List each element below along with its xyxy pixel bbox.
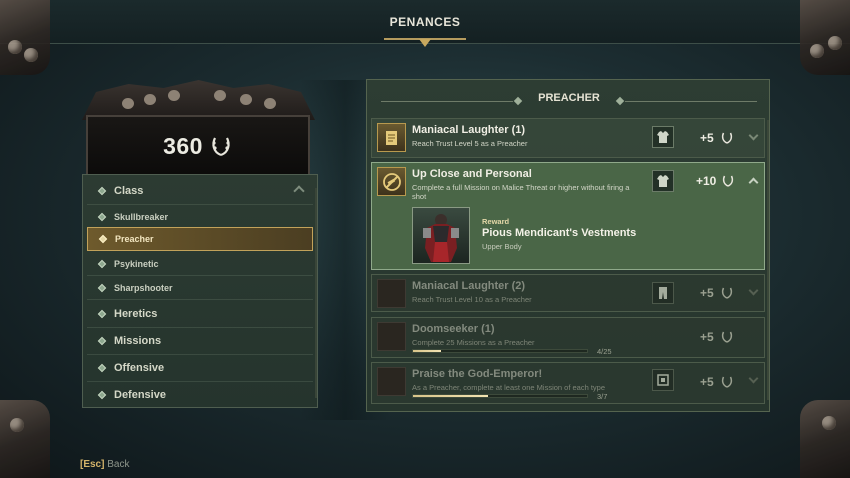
menu-item-label: Psykinetic [114, 258, 159, 269]
top-bar: PENANCES [0, 0, 850, 44]
chevron-down-icon[interactable] [748, 130, 759, 141]
menu-item-sharpshooter[interactable]: Sharpshooter [87, 276, 313, 300]
scroll-icon [377, 123, 406, 152]
menu-item-skullbreaker[interactable]: Skullbreaker [87, 205, 313, 229]
diamond-icon [97, 212, 107, 221]
locked-penance-icon [377, 367, 406, 396]
menu-item-class[interactable]: Class [87, 177, 313, 205]
progress-text: 4/25 [597, 347, 612, 356]
diamond-icon [97, 259, 107, 268]
reward-preview-image [412, 207, 470, 264]
menu-item-label: Defensive [114, 389, 166, 401]
menu-item-missions[interactable]: Missions [87, 327, 313, 355]
progress-text: 3/7 [597, 392, 608, 401]
laurel-icon [721, 287, 733, 299]
penance-title: Maniacal Laughter (1) [412, 124, 526, 136]
menu-item-label: Heretics [114, 307, 158, 320]
back-button[interactable]: [Esc] Back [80, 459, 129, 470]
reward-type: Upper Body [482, 242, 522, 251]
progress-bar [412, 394, 588, 398]
progress-bar [412, 349, 588, 353]
penance-list-panel: PREACHER Maniacal Laughter (1) Reach Tru… [366, 79, 770, 412]
penance-description: Reach Trust Level 5 as a Preacher [412, 139, 528, 148]
skull-ornament [82, 80, 315, 120]
progress-fill [413, 395, 488, 397]
back-label: Back [107, 459, 130, 470]
penance-title: Up Close and Personal [412, 168, 532, 180]
menu-item-label: Missions [114, 334, 162, 347]
title-divider-right [625, 101, 757, 102]
reward-label: Reward [482, 217, 510, 226]
corner-ornament-bottom-left [0, 400, 50, 478]
laurel-icon [721, 376, 733, 388]
laurel-icon [212, 137, 230, 157]
corner-ornament-top-left [0, 0, 50, 75]
locked-penance-icon [377, 322, 406, 351]
chevron-up-icon[interactable] [748, 177, 759, 188]
penance-score: 360 [86, 115, 310, 177]
penance-description: Complete 25 Missions as a Preacher [412, 338, 535, 347]
upper-body-icon [652, 126, 674, 148]
menu-item-label: Skullbreaker [114, 211, 169, 222]
laurel-icon [721, 331, 733, 343]
penance-points: +5 [700, 131, 714, 145]
diamond-icon [97, 390, 107, 400]
laurel-icon [722, 175, 734, 187]
menu-item-label: Offensive [114, 361, 165, 374]
page-title: PENANCES [389, 15, 461, 29]
chevron-down-icon[interactable] [748, 285, 759, 296]
penance-title: Doomseeker (1) [412, 323, 495, 335]
penance-title: Praise the God-Emperor! [412, 368, 543, 380]
menu-item-psykinetic[interactable]: Psykinetic [87, 252, 313, 276]
upper-body-icon [652, 170, 674, 192]
penance-description: As a Preacher, complete at least one Mis… [412, 383, 606, 392]
laurel-icon [721, 132, 733, 144]
menu-item-preacher[interactable]: Preacher [87, 227, 313, 251]
progress-fill [413, 350, 441, 352]
diamond-icon [97, 363, 107, 372]
penance-description: Complete a full Mission on Malice Threat… [412, 183, 630, 202]
penance-points: +5 [700, 286, 714, 300]
frame-icon [652, 369, 674, 391]
esc-key-label: [Esc] [80, 459, 105, 470]
reward-name: Pious Mendicant's Vestments [482, 227, 637, 239]
menu-item-heretics[interactable]: Heretics [87, 300, 313, 328]
chevron-down-icon[interactable] [748, 373, 759, 384]
diamond-icon [97, 336, 107, 345]
diamond-icon [98, 234, 108, 244]
category-menu: Class Skullbreaker Preacher Psykinetic S… [82, 174, 318, 408]
lower-body-icon [652, 282, 674, 304]
penance-card-expanded[interactable]: Up Close and Personal Complete a full Mi… [371, 162, 765, 270]
penance-card[interactable]: Praise the God-Emperor! As a Preacher, c… [371, 362, 765, 404]
panel-scrollbar[interactable] [767, 120, 769, 400]
diamond-icon [97, 283, 107, 292]
corner-ornament-bottom-right [800, 400, 850, 478]
menu-scrollbar[interactable] [315, 188, 317, 398]
menu-item-label: Preacher [115, 234, 154, 244]
menu-item-defensive[interactable]: Defensive [87, 381, 313, 409]
menu-item-offensive[interactable]: Offensive [87, 354, 313, 382]
penance-card[interactable]: Maniacal Laughter (2) Reach Trust Level … [371, 274, 765, 312]
penance-title: Maniacal Laughter (2) [412, 280, 526, 292]
locked-penance-icon [377, 279, 406, 308]
penance-points: +5 [700, 330, 714, 344]
chevron-up-icon [293, 185, 305, 197]
panel-title: PREACHER [538, 92, 600, 104]
penance-card[interactable]: Doomseeker (1) Complete 25 Missions as a… [371, 317, 765, 358]
diamond-icon [97, 186, 107, 195]
corner-ornament-top-right [800, 0, 850, 75]
menu-item-label: Class [114, 184, 144, 197]
menu-item-label: Sharpshooter [114, 282, 173, 293]
penance-points: +10 [696, 174, 717, 188]
crossed-gun-icon [377, 167, 406, 196]
score-value: 360 [163, 132, 203, 159]
penance-description: Reach Trust Level 10 as a Preacher [412, 295, 532, 304]
penance-card[interactable]: Maniacal Laughter (1) Reach Trust Level … [371, 118, 765, 158]
title-ornament [384, 38, 466, 50]
diamond-icon [97, 309, 107, 318]
penance-points: +5 [700, 375, 714, 389]
